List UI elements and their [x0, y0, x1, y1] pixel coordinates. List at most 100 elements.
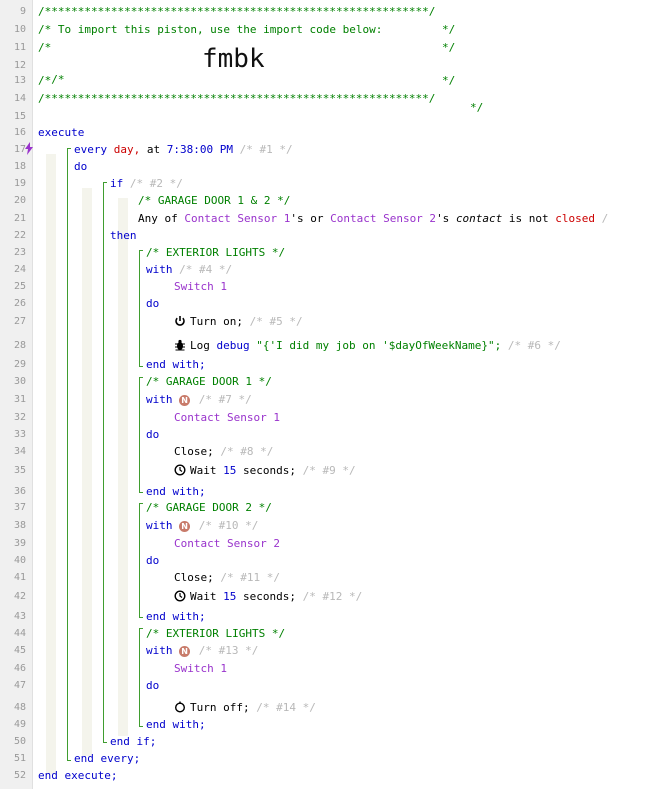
statement-id: /* #1 */ [239, 143, 293, 156]
no-ignore-badge[interactable]: N [179, 521, 191, 532]
power-icon [175, 316, 185, 326]
line-number: 20 [13, 195, 26, 206]
command-line[interactable]: Close; /* #11 */ [174, 571, 666, 585]
line-number: 15 [13, 111, 26, 122]
code-line: end if; [110, 735, 666, 749]
command-line[interactable]: Turn off; /* #14 */ [174, 701, 666, 715]
device-contact-sensor-2[interactable]: Contact Sensor 2 [174, 537, 280, 550]
device-contact-sensor-1[interactable]: Contact Sensor 1 [174, 411, 280, 424]
device-contact-sensor-2[interactable]: Contact Sensor 2 [330, 212, 436, 225]
end-with-keyword[interactable]: end with; [146, 718, 206, 731]
with-block-guide [139, 250, 140, 366]
do-keyword[interactable]: do [146, 428, 159, 441]
execute-keyword[interactable]: execute [38, 126, 84, 139]
line-number: 51 [13, 753, 26, 764]
wait-duration[interactable]: 15 [223, 464, 236, 477]
with-keyword[interactable]: with [146, 519, 173, 532]
trigger-lightning-icon[interactable] [24, 142, 34, 155]
line-number: 21 [13, 213, 26, 224]
indent-band [82, 188, 92, 756]
line-number: 39 [13, 538, 26, 549]
if-keyword[interactable]: if [110, 177, 123, 190]
condition-line[interactable]: Any of Contact Sensor 1's or Contact Sen… [138, 212, 666, 226]
code-line: do [146, 297, 666, 311]
end-every-keyword[interactable]: end every; [74, 752, 140, 765]
statement-id: /* #5 */ [249, 315, 303, 328]
attribute-contact[interactable]: contact [456, 212, 502, 225]
end-with-keyword[interactable]: end with; [146, 610, 206, 623]
comparison-operator[interactable]: is not [509, 212, 549, 225]
end-with-keyword[interactable]: end with; [146, 485, 206, 498]
line-number: 30 [13, 376, 26, 387]
with-block-guide [139, 628, 140, 726]
every-unit[interactable]: day, [114, 143, 141, 156]
with-keyword[interactable]: with [146, 644, 173, 657]
trigger-line[interactable]: every day, at 7:38:00 PM /* #1 */ [74, 143, 666, 157]
no-ignore-badge[interactable]: N [179, 646, 191, 657]
do-keyword[interactable]: do [146, 554, 159, 567]
with-line[interactable]: with N /* #13 */ [146, 644, 666, 658]
then-keyword[interactable]: then [110, 229, 137, 242]
wait-duration[interactable]: 15 [223, 590, 236, 603]
block-comment: /* EXTERIOR LIGHTS */ [146, 627, 286, 640]
line-number: 16 [13, 127, 26, 138]
guide-tick [139, 366, 143, 367]
code-line: /* To import this piston, use the import… [38, 23, 666, 37]
every-keyword[interactable]: every [74, 143, 107, 156]
with-line[interactable]: with N /* #10 */ [146, 519, 666, 533]
with-line[interactable]: with /* #4 */ [146, 263, 666, 277]
line-number: 14 [13, 93, 26, 104]
command-text: Close; [174, 445, 214, 458]
do-keyword[interactable]: do [146, 679, 159, 692]
statement-id: /* #9 */ [302, 464, 356, 477]
code-line: end with; [146, 610, 666, 624]
line-number: 34 [13, 446, 26, 457]
log-level[interactable]: debug [217, 339, 250, 352]
statement-id: /* #14 */ [256, 701, 316, 714]
command-line[interactable]: Wait 15 seconds; /* #12 */ [174, 590, 666, 604]
possessive-text: 's or [290, 212, 324, 225]
line-number: 49 [13, 719, 26, 730]
device-switch-1[interactable]: Switch 1 [174, 280, 227, 293]
line-number: 31 [13, 394, 26, 405]
comparison-value[interactable]: closed [555, 212, 595, 225]
end-with-keyword[interactable]: end with; [146, 358, 206, 371]
code-line: end with; [146, 358, 666, 372]
if-line[interactable]: if /* #2 */ [110, 177, 666, 191]
trigger-time[interactable]: 7:38:00 PM [167, 143, 233, 156]
end-execute-keyword[interactable]: end execute; [38, 769, 117, 782]
with-keyword[interactable]: with [146, 393, 173, 406]
line-number: 36 [13, 486, 26, 497]
line-number: 46 [13, 663, 26, 674]
do-keyword[interactable]: do [74, 160, 87, 173]
code-line: do [74, 160, 666, 174]
code-line: end every; [74, 752, 666, 766]
command-line[interactable]: Turn on; /* #5 */ [174, 315, 666, 329]
line-number: 24 [13, 264, 26, 275]
line-number: 50 [13, 736, 26, 747]
indent-band [118, 198, 128, 736]
wait-keyword: Wait [190, 464, 217, 477]
log-message[interactable]: "{'I did my job on '$dayOfWeekName}"; [256, 339, 501, 352]
code-line: /***************************************… [38, 92, 666, 106]
import-code[interactable]: fmbk [202, 46, 265, 72]
line-number: 37 [13, 502, 26, 513]
code-line: /* */ [38, 74, 666, 88]
command-line[interactable]: Close; /* #8 */ [174, 445, 666, 459]
device-contact-sensor-1[interactable]: Contact Sensor 1 [184, 212, 290, 225]
no-ignore-badge[interactable]: N [179, 395, 191, 406]
statement-id: /* #13 */ [198, 644, 259, 657]
command-line[interactable]: Log debug "{'I did my job on '$dayOfWeek… [174, 339, 666, 353]
any-of-label: Any of [138, 212, 178, 225]
code-line: Switch 1 [174, 662, 666, 676]
end-if-keyword[interactable]: end if; [110, 735, 156, 748]
statement-id: /* #7 */ [198, 393, 252, 406]
command-line[interactable]: Wait 15 seconds; /* #9 */ [174, 464, 666, 478]
line-number: 47 [13, 680, 26, 691]
clock-icon [174, 464, 186, 476]
with-keyword[interactable]: with [146, 263, 173, 276]
line-number: 18 [13, 161, 26, 172]
with-line[interactable]: with N /* #7 */ [146, 393, 666, 407]
device-switch-1[interactable]: Switch 1 [174, 662, 227, 675]
do-keyword[interactable]: do [146, 297, 159, 310]
